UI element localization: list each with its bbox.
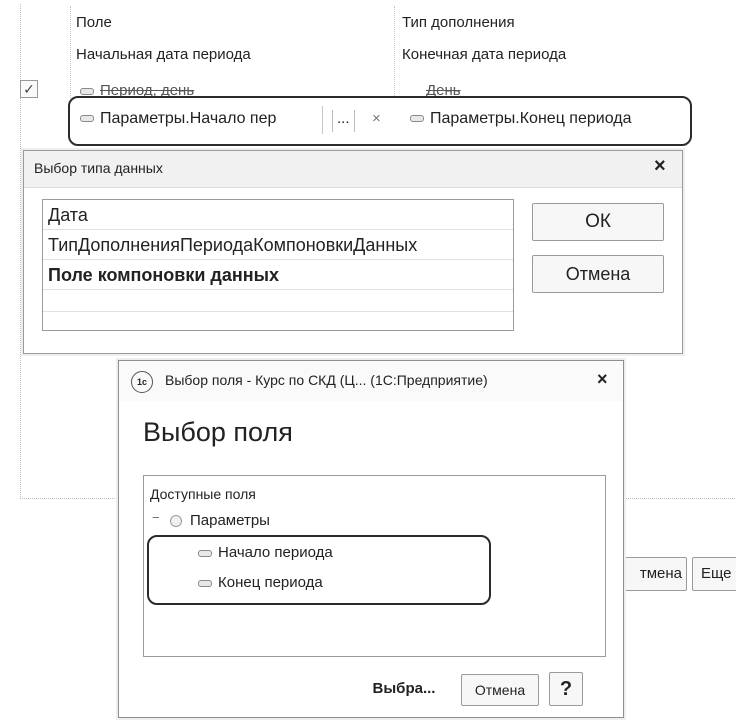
- end-date-parameter-value: Параметры.Конец периода: [430, 110, 632, 127]
- column-subheader-start-date: Начальная дата периода: [76, 46, 251, 63]
- row-enabled-checkbox[interactable]: ✓: [20, 80, 38, 98]
- list-item[interactable]: Дата: [43, 200, 513, 230]
- column-subheader-end-date: Конечная дата периода: [402, 46, 567, 63]
- cancel-button[interactable]: Отмена: [461, 674, 539, 706]
- data-type-dialog-title: Выбор типа данных: [34, 160, 163, 176]
- field-selection-dialog: 1c Выбор поля - Курс по СКД (Ц... (1С:Пр…: [118, 360, 624, 718]
- cancel-button[interactable]: Отмена: [532, 255, 664, 293]
- data-type-list: Дата ТипДополненияПериодаКомпоновкиДанны…: [42, 199, 514, 331]
- list-item[interactable]: Поле компоновки данных: [43, 260, 513, 290]
- ok-button[interactable]: ОК: [532, 203, 664, 241]
- end-date-parameter-input[interactable]: Параметры.Конец периода: [410, 110, 631, 128]
- column-separator: [394, 6, 395, 98]
- tree-expander-icon[interactable]: −: [152, 510, 160, 525]
- column-header-field: Поле: [76, 14, 112, 31]
- list-item[interactable]: ТипДополненияПериодаКомпоновкиДанных: [43, 230, 513, 260]
- close-icon[interactable]: ×: [654, 155, 666, 178]
- start-date-parameter-input[interactable]: Параметры.Начало пер: [80, 110, 276, 128]
- select-button[interactable]: Выбра...: [355, 674, 453, 706]
- column-header-addition-type: Тип дополнения: [402, 14, 515, 31]
- data-type-dialog: Выбор типа данных × Дата ТипДополненияПе…: [23, 150, 683, 354]
- list-item[interactable]: [43, 290, 513, 312]
- clear-button[interactable]: ×: [372, 110, 381, 127]
- field-dialog-heading: Выбор поля: [143, 417, 293, 447]
- close-icon[interactable]: ×: [597, 369, 608, 390]
- tree-group-label: Параметры: [190, 512, 270, 529]
- field-icon: [410, 115, 424, 123]
- start-date-select-button[interactable]: ...: [332, 110, 355, 132]
- start-date-parameter-value: Параметры.Начало пер: [100, 110, 277, 127]
- background-cancel-button[interactable]: тмена: [624, 557, 687, 591]
- data-type-dialog-titlebar: Выбор типа данных ×: [24, 151, 682, 188]
- tree-group-parameters[interactable]: Параметры: [170, 512, 270, 529]
- field-dialog-titlebar: 1c Выбор поля - Курс по СКД (Ц... (1С:Пр…: [119, 361, 623, 401]
- start-date-select-separator: [322, 106, 323, 134]
- field-icon: [80, 87, 94, 95]
- parameter-items-highlight: [147, 535, 491, 605]
- help-button[interactable]: ?: [549, 672, 583, 706]
- field-icon: [80, 115, 94, 123]
- folder-icon: [170, 515, 182, 528]
- 1c-logo-icon: 1c: [131, 371, 153, 393]
- background-more-button[interactable]: Еще: [692, 557, 736, 591]
- tree-header: Доступные поля: [150, 486, 256, 502]
- column-separator: [70, 6, 71, 98]
- field-dialog-title: Выбор поля - Курс по СКД (Ц... (1С:Предп…: [165, 372, 488, 388]
